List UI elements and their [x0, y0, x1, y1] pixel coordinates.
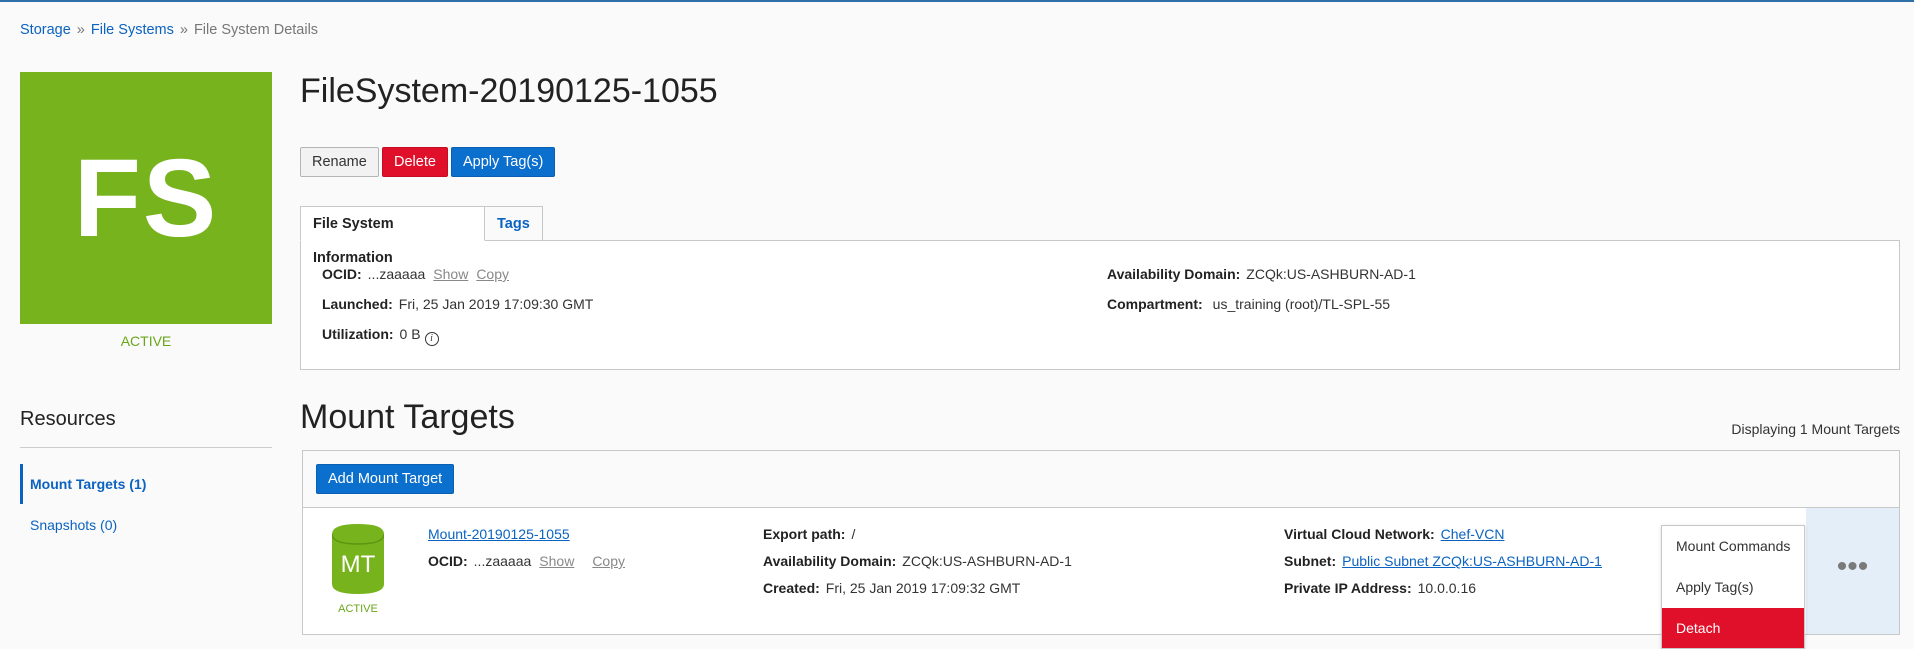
mount-target-name-link[interactable]: Mount-20190125-1055 — [428, 526, 570, 542]
availability-domain-field: Availability Domain: ZCQk:US-ASHBURN-AD-1 — [1107, 266, 1416, 282]
private-ip-value: 10.0.0.16 — [1417, 580, 1477, 596]
compartment-label: Compartment: — [1107, 296, 1203, 312]
file-system-tile-text: FS — [73, 136, 219, 260]
breadcrumb-file-systems[interactable]: File Systems — [91, 22, 174, 38]
file-system-info-panel: OCID:...zaaaaaShowCopy Launched:Fri, 25 … — [300, 240, 1900, 370]
availability-domain-value: ZCQk:US-ASHBURN-AD-1 — [1246, 266, 1416, 282]
breadcrumb-current: File System Details — [193, 22, 319, 38]
availability-domain-label: Availability Domain: — [1107, 266, 1241, 282]
mount-target-icon: MT — [332, 524, 384, 594]
add-mount-target-button[interactable]: Add Mount Target — [316, 464, 455, 494]
mount-target-ad-label: Availability Domain: — [763, 553, 897, 569]
export-path-field: Export path: / — [763, 526, 855, 542]
menu-item-apply-tags[interactable]: Apply Tag(s) — [1662, 567, 1804, 608]
mount-target-ocid-value: ...zaaaaa — [473, 553, 532, 569]
row-actions-button[interactable]: ••• — [1806, 508, 1899, 634]
breadcrumb-separator: » — [76, 22, 85, 38]
utilization-label: Utilization: — [322, 326, 394, 342]
mount-target-status: ACTIVE — [338, 603, 378, 615]
mount-targets-title: Mount Targets — [300, 398, 515, 436]
vcn-field: Virtual Cloud Network: Chef-VCN — [1284, 526, 1504, 542]
tab-tags[interactable]: Tags — [484, 206, 543, 241]
launched-field: Launched: Fri, 25 Jan 2019 17:09:30 GMT — [322, 296, 593, 312]
mount-targets-count: Displaying 1 Mount Targets — [1731, 421, 1900, 437]
created-value: Fri, 25 Jan 2019 17:09:32 GMT — [825, 580, 1021, 596]
vcn-link[interactable]: Chef-VCN — [1441, 526, 1505, 542]
compartment-value: us_training (root)/TL-SPL-55 — [1212, 296, 1391, 312]
utilization-value: 0 B — [399, 326, 421, 342]
resources-title: Resources — [20, 408, 116, 430]
launched-value: Fri, 25 Jan 2019 17:09:30 GMT — [398, 296, 594, 312]
private-ip-label: Private IP Address: — [1284, 580, 1412, 596]
mount-target-ad-field: Availability Domain: ZCQk:US-ASHBURN-AD-1 — [763, 553, 1072, 569]
private-ip-field: Private IP Address: 10.0.0.16 — [1284, 580, 1476, 596]
launched-label: Launched: — [322, 296, 393, 312]
top-accent-line — [0, 0, 1914, 2]
export-path-value: / — [851, 526, 856, 542]
file-system-icon-tile: FS — [20, 72, 272, 324]
mount-target-ocid-label: OCID: — [428, 553, 468, 569]
compartment-field: Compartment: us_training (root)/TL-SPL-55 — [1107, 296, 1390, 312]
subnet-link[interactable]: Public Subnet ZCQk:US-ASHBURN-AD-1 — [1342, 553, 1602, 569]
page-title: FileSystem-20190125-1055 — [300, 72, 718, 110]
created-field: Created: Fri, 25 Jan 2019 17:09:32 GMT — [763, 580, 1020, 596]
delete-button[interactable]: Delete — [382, 147, 448, 177]
more-actions-icon: ••• — [1836, 550, 1869, 583]
resource-item-snapshots[interactable]: Snapshots (0) — [20, 505, 272, 545]
subnet-field: Subnet: Public Subnet ZCQk:US-ASHBURN-AD-… — [1284, 553, 1602, 569]
breadcrumb-separator: » — [179, 22, 188, 38]
mount-target-ocid-field: OCID: ...zaaaaa Show Copy — [428, 553, 625, 569]
breadcrumb-storage[interactable]: Storage — [20, 22, 71, 38]
utilization-field: Utilization: 0 Bi — [322, 326, 439, 346]
export-path-label: Export path: — [763, 526, 846, 542]
ocid-show-link[interactable]: Show — [433, 266, 468, 282]
mount-target-ocid-show-link[interactable]: Show — [539, 553, 574, 569]
actions-menu: Mount Commands Apply Tag(s) Detach — [1661, 525, 1805, 649]
resource-item-mount-targets[interactable]: Mount Targets (1) — [20, 464, 272, 504]
created-label: Created: — [763, 580, 820, 596]
subnet-label: Subnet: — [1284, 553, 1337, 569]
file-system-status: ACTIVE — [120, 333, 172, 349]
menu-item-mount-commands[interactable]: Mount Commands — [1662, 526, 1804, 567]
info-icon[interactable]: i — [424, 332, 439, 346]
rename-button[interactable]: Rename — [300, 147, 379, 177]
breadcrumb: Storage » File Systems » File System Details — [20, 22, 318, 38]
vcn-label: Virtual Cloud Network: — [1284, 526, 1435, 542]
tab-file-system-information[interactable]: File System Information — [300, 206, 485, 266]
menu-item-detach[interactable]: Detach — [1662, 608, 1804, 648]
mount-target-icon-text: MT — [341, 551, 376, 578]
mount-targets-toolbar: Add Mount Target — [302, 450, 1900, 508]
apply-tags-button[interactable]: Apply Tag(s) — [451, 147, 556, 177]
mount-target-ad-value: ZCQk:US-ASHBURN-AD-1 — [902, 553, 1072, 569]
resources-divider — [20, 447, 272, 448]
ocid-copy-link[interactable]: Copy — [476, 266, 509, 282]
mount-target-ocid-copy-link[interactable]: Copy — [592, 553, 625, 569]
